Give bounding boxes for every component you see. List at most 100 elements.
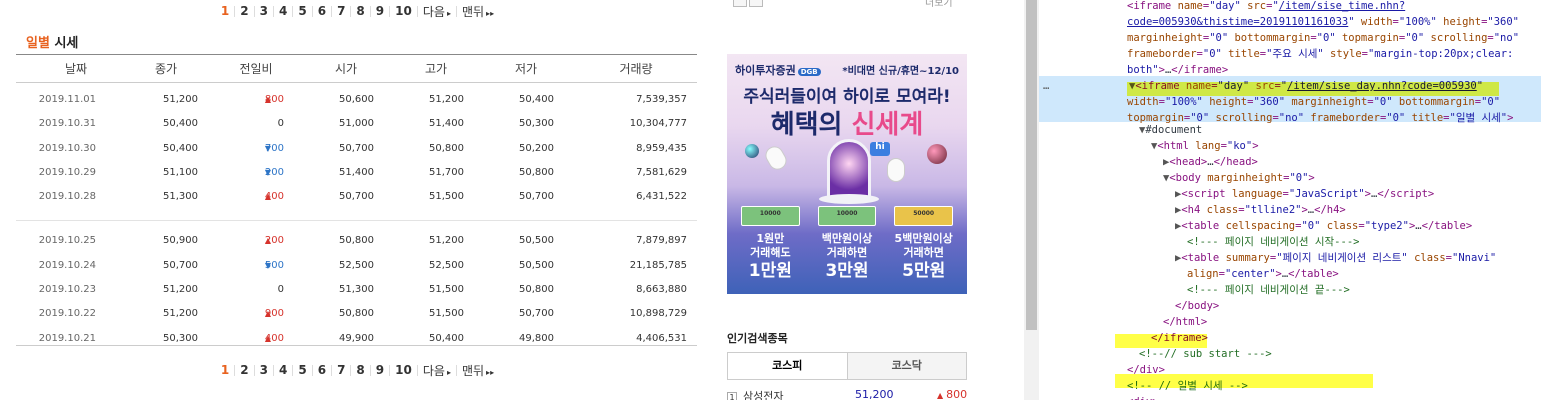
more-link[interactable]: 더보기 (925, 0, 953, 9)
page-link[interactable]: 10 (391, 4, 416, 18)
reward-condition: 5백만원이상 (894, 232, 953, 245)
next-button[interactable] (749, 0, 763, 7)
volume-cell: 10,304,777 (629, 118, 687, 130)
banknote-icon: 10000 (817, 206, 877, 226)
table-row: 2019.10.22 51,200 ▲ 900 50,800 51,500 50,700 10… (16, 302, 697, 326)
date-cell: 2019.10.25 (38, 235, 96, 247)
up-triangle-icon: ▲ (264, 192, 272, 202)
up-triangle-icon: ▲ (264, 95, 272, 104)
page-link[interactable]: 7 (333, 4, 349, 18)
close-cell: 50,400 (163, 118, 198, 130)
tab-kosdaq[interactable]: 코스닥 (847, 353, 966, 379)
down-triangle-icon: ▼ (264, 260, 272, 270)
page-link[interactable]: 10 (391, 363, 416, 377)
dom-node-line[interactable]: ▶<h4 class="tlline2">…</h4> (1039, 202, 1541, 218)
page-link[interactable]: 6 (314, 4, 330, 18)
dom-node-line[interactable]: ▼<body marginheight="0"> (1039, 170, 1541, 186)
dom-node-line[interactable]: <iframe name="day" src="/item/sise_time.… (1039, 0, 1541, 14)
volume-cell: 8,959,435 (636, 142, 687, 154)
last-page-link[interactable]: 맨뒤 ▸▸ (458, 362, 498, 379)
table-bottom-line (16, 345, 697, 346)
close-cell: 50,400 (163, 142, 198, 154)
next-page-link[interactable]: 다음 ▸ (419, 3, 455, 20)
scrollbar-thumb[interactable] (1026, 0, 1037, 330)
page-link[interactable]: 4 (275, 363, 291, 377)
scrollbar[interactable] (1024, 0, 1039, 400)
ad-title: 혜택의 신세계 (770, 110, 924, 140)
pager-divider (455, 5, 457, 17)
dom-node-line[interactable]: code=005930&thistime=20191101161033" wid… (1039, 14, 1541, 30)
page-link[interactable]: 8 (352, 363, 368, 377)
open-cell: 52,500 (339, 259, 374, 271)
dom-node-line[interactable]: </html> (1039, 314, 1541, 330)
open-cell: 51,400 (339, 166, 374, 178)
page-link[interactable]: 2 (236, 4, 252, 18)
pager-divider (292, 364, 294, 376)
close-cell: 51,300 (163, 191, 198, 203)
dom-node-line[interactable]: both">…</iframe> (1039, 62, 1541, 78)
volume-cell: 8,663,880 (636, 284, 687, 296)
pager-divider (416, 5, 418, 17)
page-link[interactable]: 6 (314, 363, 330, 377)
last-page-link[interactable]: 맨뒤 ▸▸ (458, 3, 498, 20)
double-caret-right-icon: ▸▸ (486, 8, 495, 18)
popular-item[interactable]: 1 삼성전자 51,200 ▲ 800 (727, 388, 967, 400)
dom-node-line[interactable]: <!--// sub start ---> (1039, 346, 1541, 362)
dom-node-line[interactable]: ▶<table cellspacing="0" class="type2">…<… (1039, 218, 1541, 234)
low-cell: 49,800 (519, 332, 554, 344)
dom-node-line[interactable]: ▼<html lang="ko"> (1039, 138, 1541, 154)
page-link[interactable]: 5 (294, 363, 310, 377)
change-cell: ▲ 400 (206, 185, 284, 209)
left-pane: 1 2 3 4 5 6 7 8 9 10 다음 ▸ 맨뒤 ▸▸ 일별 시세 날짜 종가 전일비 시가 고가 저가 거래… (0, 0, 715, 400)
dom-node-line[interactable]: align="center">…</table> (1039, 266, 1541, 282)
page-link[interactable]: 1 (217, 4, 233, 18)
dom-node-line[interactable]: </body> (1039, 298, 1541, 314)
prev-button[interactable] (733, 0, 747, 7)
open-cell: 50,700 (339, 191, 374, 203)
page-link[interactable]: 1 (217, 363, 233, 377)
stock-change: ▲ 800 (937, 388, 968, 400)
pager-divider (253, 364, 255, 376)
table-row: 2019.10.29 51,100 ▼ 200 51,400 51,700 50,800 7,… (16, 161, 697, 185)
change-cell: ▲ 200 (206, 229, 284, 253)
next-page-link[interactable]: 다음 ▸ (419, 362, 455, 379)
dom-node-line[interactable]: marginheight="0" bottommargin="0" topmar… (1039, 30, 1541, 46)
table-row: 2019.11.01 51,200 ▲ 800 50,600 51,200 50,400 7,… (16, 88, 697, 112)
page-link[interactable]: 8 (352, 4, 368, 18)
ad-banner[interactable]: 하이투자증권 DGB *비대면 신규/휴면~12/10 주식러들이여 하이로 모여… (727, 54, 967, 294)
banknote-icon: 10000 (741, 206, 800, 226)
reward-tier: 10000 1원만 거래해도 1만원 (735, 206, 806, 290)
date-cell: 2019.10.21 (38, 332, 96, 344)
page-link[interactable]: 7 (333, 363, 349, 377)
dom-node-line[interactable]: ▶<table summary="페이지 네비게이션 리스트" class="N… (1039, 250, 1541, 266)
dom-node-line[interactable]: ▶<head>…</head> (1039, 154, 1541, 170)
up-triangle-icon: ▲ (264, 236, 272, 246)
right-sidebar: 더보기 하이투자증권 DGB *비대면 신규/휴면~12/10 주식러들이여 하이… (715, 0, 1025, 400)
page-link[interactable]: 5 (294, 4, 310, 18)
date-cell: 2019.10.24 (38, 259, 96, 271)
dom-node-line[interactable]: ▼#document (1039, 122, 1541, 138)
dom-node-line[interactable]: frameborder="0" title="주요 시세" style="mar… (1039, 46, 1541, 62)
column-header: 고가 (424, 62, 448, 76)
dom-node-line[interactable]: <!--- 페이지 네비게이션 시작---> (1039, 234, 1541, 250)
page-link[interactable]: 4 (275, 4, 291, 18)
dom-node-line[interactable]: ▶<script language="JavaScript">…</script… (1039, 186, 1541, 202)
page-link[interactable]: 2 (236, 363, 252, 377)
table-row: 2019.10.30 50,400 ▼ 700 50,700 50,800 50,200 8,… (16, 137, 697, 161)
reward-condition: 백만원이상 (821, 232, 873, 245)
page-link[interactable]: 9 (372, 4, 388, 18)
stock-price: 51,200 (855, 388, 894, 400)
column-header: 거래량 (619, 62, 653, 76)
page-link[interactable]: 3 (256, 4, 272, 18)
dom-node-line[interactable]: <!--- 페이지 네비게이션 끝---> (1039, 282, 1541, 298)
pager-divider (331, 5, 333, 17)
tab-kospi[interactable]: 코스피 (728, 353, 848, 379)
page-link[interactable]: 9 (372, 363, 388, 377)
high-cell: 50,400 (429, 332, 464, 344)
page-link[interactable]: 3 (256, 363, 272, 377)
planet-icon (745, 144, 759, 158)
pagination-top: 1 2 3 4 5 6 7 8 9 10 다음 ▸ 맨뒤 ▸▸ (0, 2, 715, 20)
dom-node-line[interactable]: <div> (1039, 394, 1541, 400)
pager-divider (331, 364, 333, 376)
selected-node-line[interactable]: width="100%" height="360" marginheight="… (1039, 94, 1541, 110)
